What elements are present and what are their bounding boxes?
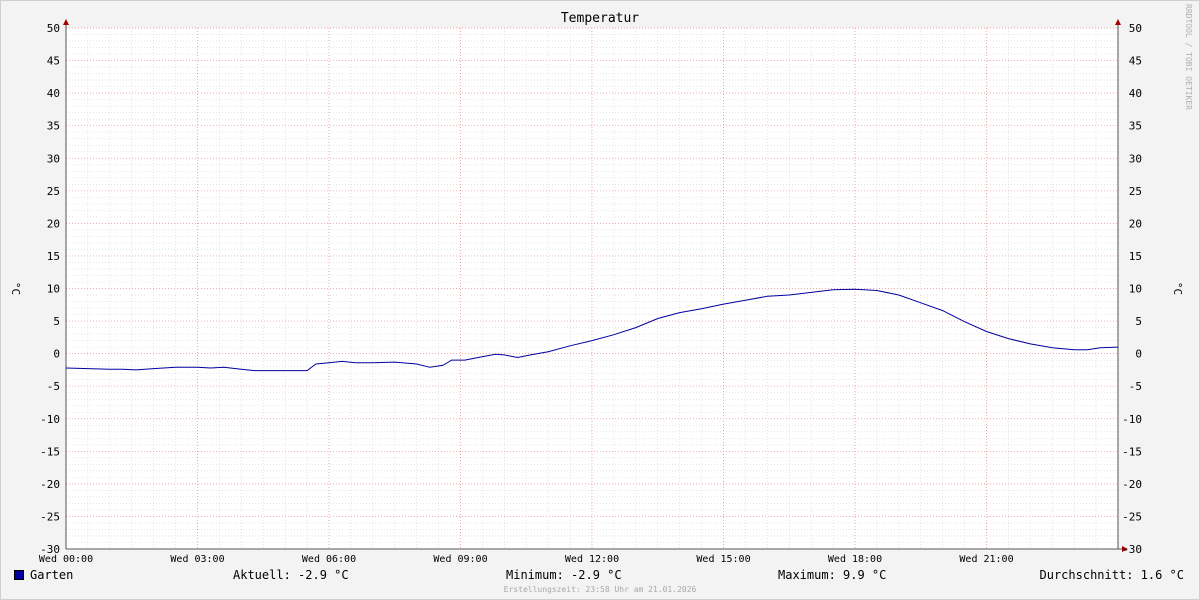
y-tick-label-right: -30 xyxy=(1122,543,1142,556)
y-tick-label-right: -10 xyxy=(1122,413,1142,426)
y-tick-label-left: -25 xyxy=(40,510,60,523)
x-tick-label: Wed 15:00 xyxy=(696,554,750,565)
y-axis-label-left: °C xyxy=(9,282,22,295)
x-tick-label: Wed 09:00 xyxy=(433,554,487,565)
legend-series-name: Garten xyxy=(30,568,74,582)
x-tick-label: Wed 18:00 xyxy=(828,554,882,565)
y-tick-label-left: 10 xyxy=(47,283,60,296)
y-tick-label-left: 5 xyxy=(53,315,60,328)
y-axis-label-right: °C xyxy=(1171,282,1184,295)
x-tick-label: Wed 12:00 xyxy=(565,554,619,565)
y-tick-label-right: 20 xyxy=(1129,217,1142,230)
y-tick-label-left: 15 xyxy=(47,250,60,263)
y-tick-label-right: 5 xyxy=(1135,315,1142,328)
y-tick-label-left: 30 xyxy=(47,152,60,165)
y-tick-label-right: 35 xyxy=(1129,120,1142,133)
y-tick-label-right: 30 xyxy=(1129,152,1142,165)
y-tick-label-left: 45 xyxy=(47,55,60,68)
y-tick-label-left: -5 xyxy=(47,380,60,393)
legend-maximum: Maximum: 9.9 °C xyxy=(778,568,887,582)
y-tick-label-left: -15 xyxy=(40,445,60,458)
y-tick-label-left: 40 xyxy=(47,87,60,100)
y-tick-label-left: 35 xyxy=(47,120,60,133)
y-tick-label-right: 45 xyxy=(1129,55,1142,68)
x-tick-label: Wed 03:00 xyxy=(170,554,224,565)
y-tick-label-left: -20 xyxy=(40,478,60,491)
y-tick-label-right: -5 xyxy=(1129,380,1142,393)
y-tick-label-right: 40 xyxy=(1129,87,1142,100)
legend-minimum: Minimum: -2.9 °C xyxy=(506,568,622,582)
y-tick-label-right: 25 xyxy=(1129,185,1142,198)
x-tick-label: Wed 00:00 xyxy=(39,554,93,565)
chart-title: Temperatur xyxy=(560,11,640,26)
x-tick-label: Wed 06:00 xyxy=(302,554,356,565)
y-tick-label-right: 15 xyxy=(1129,250,1142,263)
legend-swatch-garten xyxy=(14,570,24,580)
y-tick-label-left: 25 xyxy=(47,185,60,198)
creation-time: Erstellungszeit: 23:58 Uhr am 21.01.2026 xyxy=(503,585,697,594)
y-tick-label-right: 0 xyxy=(1135,348,1142,361)
y-tick-label-right: -25 xyxy=(1122,510,1142,523)
x-tick-label: Wed 21:00 xyxy=(959,554,1013,565)
rrdtool-watermark: RRDTOOL / TOBI OETIKER xyxy=(1184,4,1193,110)
y-tick-label-left: 20 xyxy=(47,217,60,230)
temperature-chart: 50 5045 4540 4035 3530 3025 2520 2015 1510 105 50 0… xyxy=(9,19,1184,565)
y-tick-label-left: 0 xyxy=(53,348,60,361)
y-tick-label-right: -20 xyxy=(1122,478,1142,491)
legend-average: Durchschnitt: 1.6 °C xyxy=(1039,568,1185,582)
y-tick-label-right: 10 xyxy=(1129,283,1142,296)
y-tick-label-left: -10 xyxy=(40,413,60,426)
legend-current: Aktuell: -2.9 °C xyxy=(233,568,349,582)
y-tick-label-right: -15 xyxy=(1122,445,1142,458)
